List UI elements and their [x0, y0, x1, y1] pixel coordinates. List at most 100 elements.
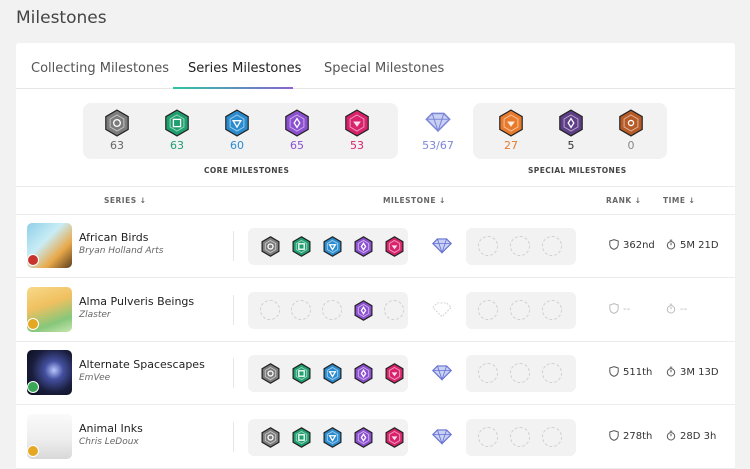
bronze-hexagon-summary: 0: [611, 109, 651, 152]
rarity-badge-icon: [27, 317, 39, 330]
orange-hexagon-summary: 27: [491, 109, 531, 152]
time-value: 5M 21D: [666, 239, 719, 251]
summary-count: 53: [350, 139, 364, 152]
special-milestones-cell: [466, 418, 576, 456]
special-milestones-cell: [466, 228, 576, 265]
special-milestones-cell: [466, 355, 576, 392]
green-hexagon-icon: [291, 236, 312, 261]
tab-collecting-milestones[interactable]: Collecting Milestones: [31, 61, 169, 76]
empty-milestone-icon: [510, 236, 530, 256]
diamond-icon: [431, 364, 453, 386]
time-value: 3M 13D: [666, 366, 719, 378]
purple-hexagon-summary: 65: [277, 109, 317, 152]
series-title[interactable]: Animal Inks: [79, 422, 143, 435]
rank-value: --: [609, 302, 630, 315]
milestone-column-header[interactable]: MILESTONE ↓: [383, 196, 446, 205]
blue-hexagon-icon: [217, 109, 257, 137]
empty-milestone-icon: [478, 363, 498, 383]
table-row[interactable]: Alma Pulveris Beings Zlaster -- --: [16, 279, 735, 342]
rank-value: 362nd: [609, 239, 655, 251]
series-artist[interactable]: EmVee: [79, 373, 110, 383]
grey-hexagon-summary: 63: [97, 109, 137, 152]
purple-hexagon-icon: [353, 299, 374, 325]
empty-milestone-icon: [260, 299, 280, 320]
series-title[interactable]: Alma Pulveris Beings: [79, 295, 194, 308]
series-artist[interactable]: Zlaster: [79, 310, 111, 320]
table-row[interactable]: African Birds Bryan Holland Arts 362nd 5…: [16, 215, 735, 278]
table-row[interactable]: Alternate Spacescapes EmVee 511th 3M 13D: [16, 342, 735, 405]
core-milestones-cell: [248, 228, 408, 265]
summary-count: 0: [627, 139, 635, 152]
series-artist[interactable]: Bryan Holland Arts: [79, 246, 163, 256]
purple-hexagon-icon: [353, 363, 374, 388]
core-milestones-label: CORE MILESTONES: [204, 166, 290, 175]
series-artist[interactable]: Chris LeDoux: [79, 437, 139, 447]
tab-special-milestones[interactable]: Special Milestones: [324, 61, 444, 76]
stopwatch-icon: [666, 239, 676, 250]
magenta-hexagon-icon: [384, 236, 405, 261]
empty-milestone-icon: [478, 299, 498, 320]
shield-icon: [609, 366, 619, 377]
rank-column-header[interactable]: RANK ↓: [606, 196, 642, 205]
grey-hexagon-icon: [97, 109, 137, 137]
diamond-summary-item: 53/67: [417, 109, 459, 152]
special-milestones-label: SPECIAL MILESTONES: [528, 166, 627, 175]
column-divider: [233, 231, 234, 261]
orange-hexagon-icon: [491, 109, 531, 137]
diamond-icon: [431, 428, 453, 450]
empty-milestone-icon: [384, 299, 404, 320]
green-hexagon-icon: [291, 363, 312, 388]
summary-count: 5: [567, 139, 575, 152]
blue-hexagon-icon: [322, 363, 343, 388]
special-milestones-summary: 27 5 0: [473, 103, 667, 159]
dark-purple-hexagon-summary: 5: [551, 109, 591, 152]
shield-icon: [609, 429, 619, 441]
series-column-header[interactable]: SERIES ↓: [104, 196, 147, 205]
milestones-card: Collecting Milestones Series Milestones …: [16, 43, 735, 469]
rank-value: 278th: [609, 429, 652, 442]
stopwatch-icon: [666, 430, 676, 441]
empty-diamond-icon: [431, 301, 453, 323]
purple-hexagon-icon: [277, 109, 317, 137]
summary-count: 60: [230, 139, 244, 152]
green-hexagon-icon: [291, 426, 312, 452]
summary-count: 27: [504, 139, 518, 152]
summary-count: 65: [290, 139, 304, 152]
time-column-header[interactable]: TIME ↓: [663, 196, 695, 205]
time-value: 28D 3h: [666, 430, 716, 442]
core-milestones-cell: [248, 291, 408, 329]
blue-hexagon-icon: [322, 426, 343, 452]
green-hexagon-summary: 63: [157, 109, 197, 152]
empty-milestone-icon: [542, 299, 562, 320]
shield-icon: [609, 302, 619, 314]
table-row[interactable]: Animal Inks Chris LeDoux 278th 28D 3h: [16, 406, 735, 469]
empty-milestone-icon: [478, 236, 498, 256]
time-value: --: [666, 303, 687, 315]
tab-series-milestones[interactable]: Series Milestones: [188, 61, 301, 76]
diamond-icon: [417, 109, 459, 133]
magenta-hexagon-icon: [384, 363, 405, 388]
core-milestones-summary: 63 63 60 65 53: [83, 103, 398, 159]
empty-milestone-icon: [510, 299, 530, 320]
empty-milestone-icon: [542, 426, 562, 447]
tab-bar: Collecting Milestones Series Milestones …: [16, 43, 735, 89]
empty-milestone-icon: [510, 426, 530, 447]
empty-milestone-icon: [542, 363, 562, 383]
rarity-badge-icon: [27, 444, 39, 457]
empty-milestone-icon: [322, 299, 342, 320]
column-divider: [233, 294, 234, 325]
empty-milestone-icon: [542, 236, 562, 256]
grey-hexagon-icon: [260, 363, 281, 388]
empty-milestone-icon: [510, 363, 530, 383]
dark-purple-hexagon-icon: [551, 109, 591, 137]
summary-count: 63: [170, 139, 184, 152]
core-milestones-cell: [248, 418, 408, 456]
summary-count: 53/67: [422, 139, 454, 153]
rarity-badge-icon: [27, 381, 39, 393]
page-title: Milestones: [16, 8, 107, 28]
summary-count: 63: [110, 139, 124, 152]
series-title[interactable]: Alternate Spacescapes: [79, 358, 205, 371]
blue-hexagon-summary: 60: [217, 109, 257, 152]
series-title[interactable]: African Birds: [79, 231, 149, 244]
shield-icon: [609, 239, 619, 250]
